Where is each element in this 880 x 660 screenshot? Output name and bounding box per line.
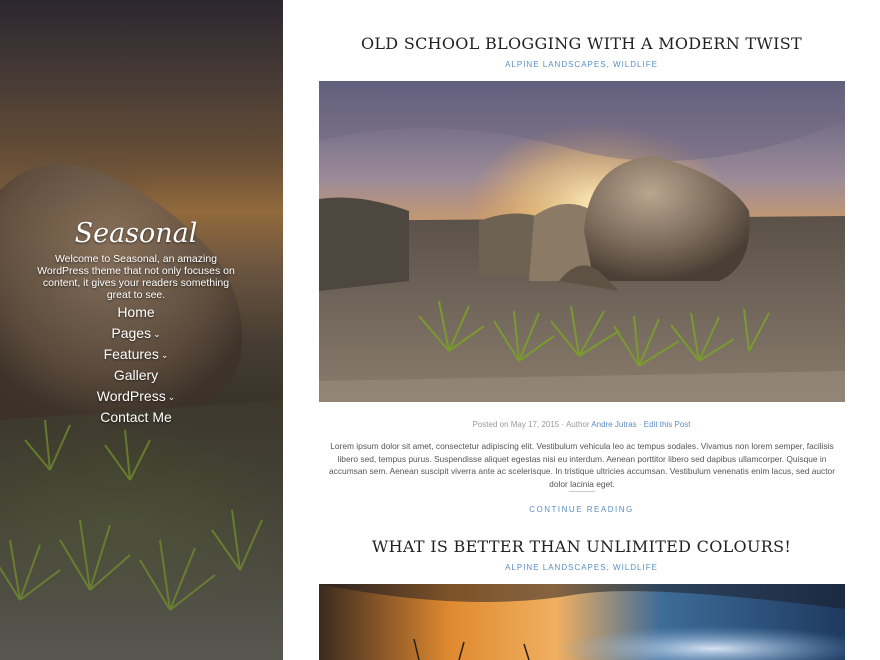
post-title[interactable]: OLD SCHOOL BLOGGING WITH A MODERN TWIST: [283, 34, 880, 53]
author-link[interactable]: Andre Jutras: [591, 420, 636, 429]
chevron-down-icon: ⌄: [167, 392, 176, 402]
category-link[interactable]: ALPINE LANDSCAPES: [505, 563, 606, 572]
meta-separator: ·: [638, 420, 642, 429]
sidebar: Seasonal Welcome to Seasonal, an amazing…: [0, 0, 283, 660]
menu-item-label: Pages: [111, 325, 152, 341]
post-title[interactable]: WHAT IS BETTER THAN UNLIMITED COLOURS!: [283, 537, 880, 556]
chevron-down-icon: ⌄: [160, 350, 169, 360]
chevron-down-icon: ⌄: [153, 329, 161, 339]
main-content: OLD SCHOOL BLOGGING WITH A MODERN TWIST …: [283, 0, 880, 660]
menu-item-label: Contact Me: [100, 409, 172, 425]
post-date[interactable]: May 17, 2015: [511, 420, 559, 429]
category-link[interactable]: ALPINE LANDSCAPES: [505, 60, 606, 69]
posted-prefix: Posted on: [472, 420, 509, 429]
featured-image-landscape: [319, 81, 845, 402]
category-link[interactable]: WILDLIFE: [613, 563, 658, 572]
menu-item-label: WordPress: [96, 388, 166, 404]
featured-image[interactable]: [319, 584, 845, 660]
site-description: Welcome to Seasonal, an amazing WordPres…: [37, 253, 235, 301]
menu-item-label: Home: [117, 304, 155, 320]
featured-image[interactable]: [319, 81, 845, 402]
edit-post-link[interactable]: Edit this Post: [644, 420, 691, 429]
menu-item-wordpress[interactable]: WordPress ⌄: [0, 386, 272, 407]
author-prefix: Author: [565, 420, 590, 429]
main-menu: Home Pages ⌄ Features ⌄ Gallery WordPress ⌄…: [0, 302, 272, 428]
menu-item-label: Gallery: [113, 367, 159, 383]
continue-reading-link[interactable]: CONTINUE READING: [283, 505, 880, 514]
menu-item-features[interactable]: Features ⌄: [0, 344, 272, 365]
menu-item-label: Features: [103, 346, 159, 362]
post-excerpt: Lorem ipsum dolor sit amet, consectetur …: [329, 441, 835, 489]
post-categories: ALPINE LANDSCAPES, WILDLIFE: [283, 60, 880, 69]
featured-image-sky: [319, 584, 845, 660]
menu-item-contact-me[interactable]: Contact Me: [0, 407, 272, 428]
post-categories: ALPINE LANDSCAPES, WILDLIFE: [283, 563, 880, 572]
meta-separator: ·: [561, 420, 565, 429]
menu-item-gallery[interactable]: Gallery: [0, 365, 272, 386]
site-title[interactable]: Seasonal: [0, 218, 272, 249]
menu-item-home[interactable]: Home: [0, 302, 272, 323]
menu-item-pages[interactable]: Pages ⌄: [0, 323, 272, 344]
divider: [569, 491, 595, 492]
post-meta: Posted on May 17, 2015 · Author Andre Ju…: [283, 420, 880, 429]
category-link[interactable]: WILDLIFE: [613, 60, 658, 69]
